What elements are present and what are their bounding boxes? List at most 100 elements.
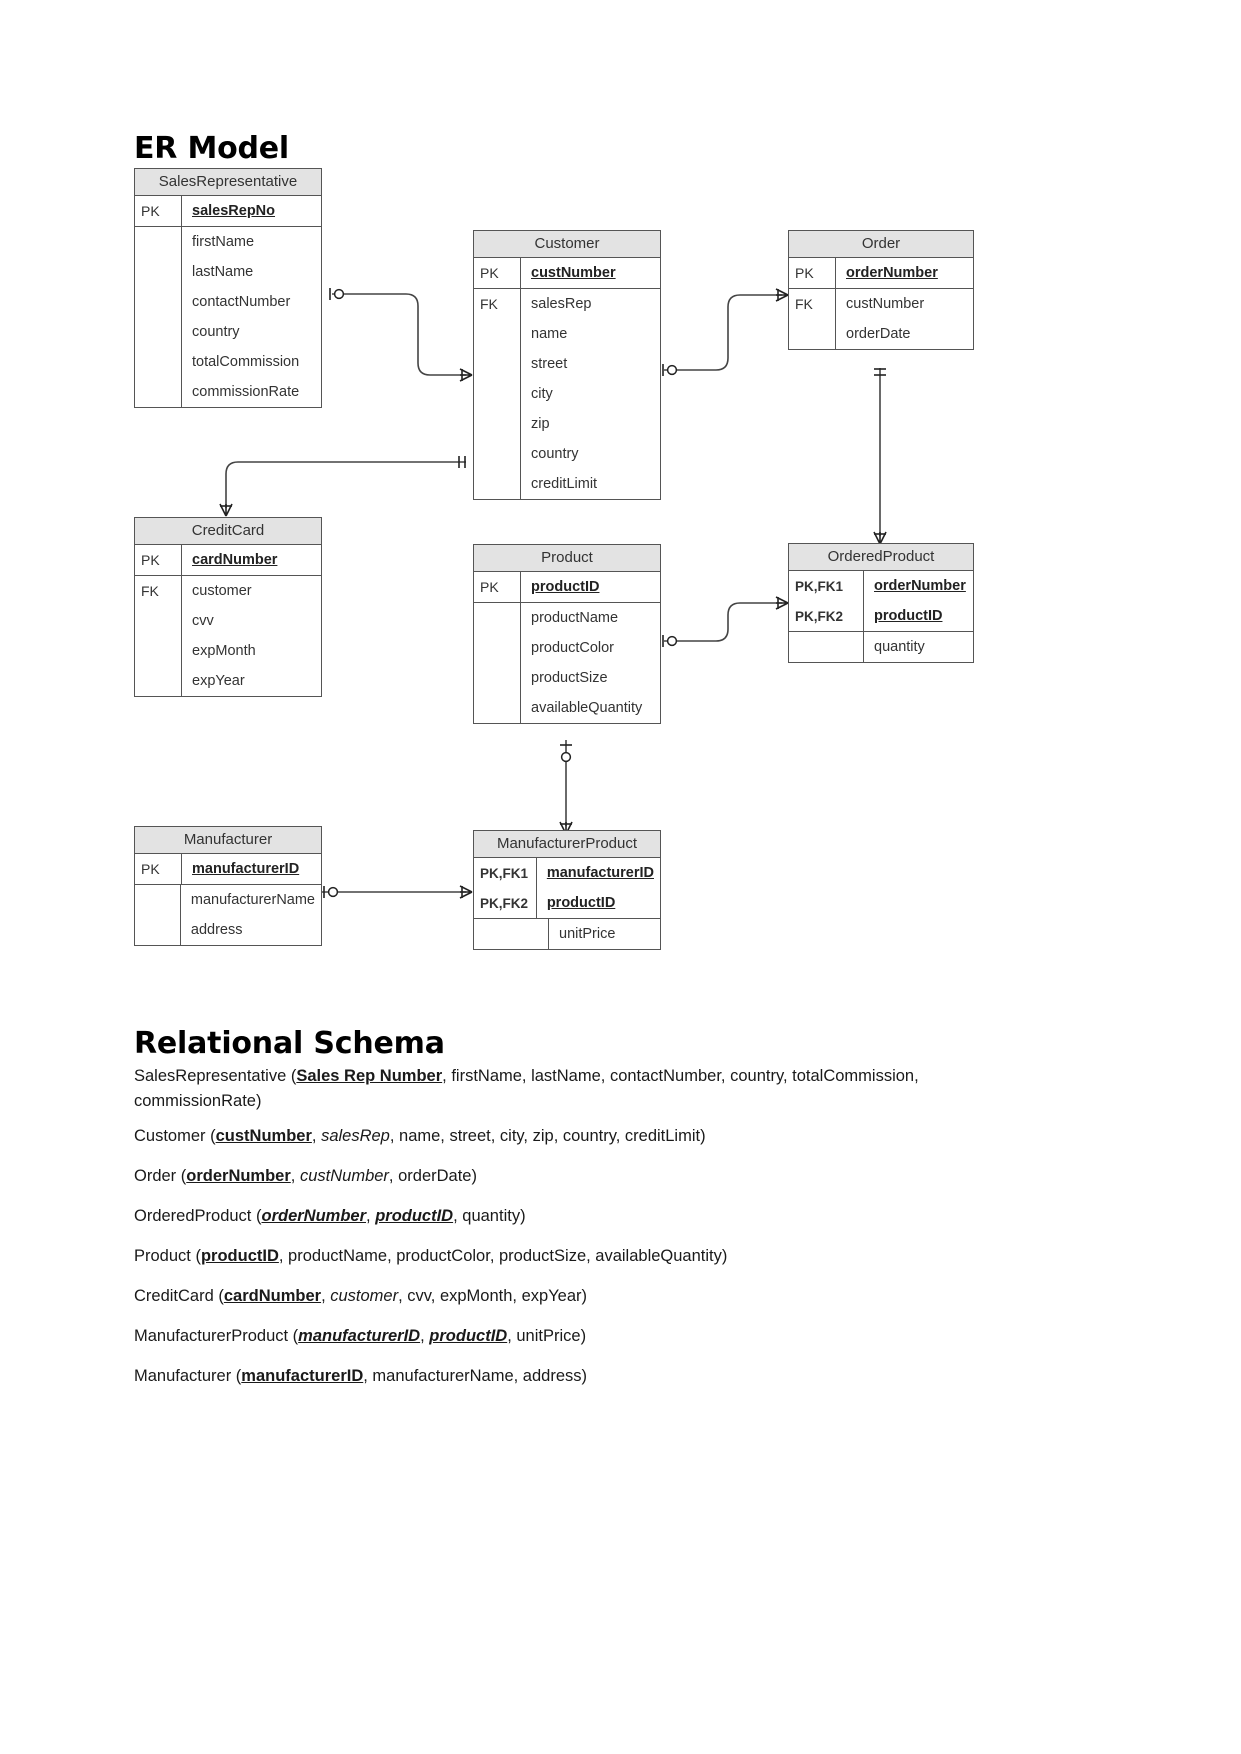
entity-attribute-section: quantity xyxy=(789,632,973,662)
key-label xyxy=(789,632,864,662)
attribute-name: salesRepNo xyxy=(192,203,276,219)
entity-row: expYear xyxy=(135,666,321,696)
entity-key-section: PK,FK1 orderNumber PK,FK2 productID xyxy=(789,571,973,632)
entity-row: quantity xyxy=(789,632,973,662)
attribute-name: productID xyxy=(546,895,616,911)
entity-row: productName xyxy=(474,603,660,633)
entity-row: productSize xyxy=(474,663,660,693)
attribute-name: expMonth xyxy=(192,643,256,659)
entity-row: creditLimit xyxy=(474,469,660,499)
entity-attribute-section: FK customer cvv expMonth expYear xyxy=(135,576,321,696)
key-label xyxy=(474,693,521,723)
entity-row: name xyxy=(474,319,660,349)
key-label xyxy=(135,287,182,317)
key-label xyxy=(474,919,549,949)
entity-row: orderDate xyxy=(789,319,973,349)
entity-row: FK salesRep xyxy=(474,289,660,319)
entity-row: PK,FK1 manufacturerID xyxy=(474,858,660,888)
key-label: PK xyxy=(135,196,182,227)
schema-line-manufacturerproduct: ManufacturerProduct (manufacturerID, pro… xyxy=(134,1327,587,1345)
entity-key-section: PK orderNumber xyxy=(789,258,973,289)
entity-row: PK manufacturerID xyxy=(135,854,321,885)
schema-line-order: Order (orderNumber, custNumber, orderDat… xyxy=(134,1167,477,1185)
entity-key-section: PK salesRepNo xyxy=(135,196,321,227)
attribute-name: city xyxy=(531,386,553,402)
entity-salesrepresentative[interactable]: SalesRepresentative PK salesRepNo firstN… xyxy=(134,168,322,408)
entity-row: PK productID xyxy=(474,572,660,603)
entity-title: Product xyxy=(474,545,660,572)
entity-title: OrderedProduct xyxy=(789,544,973,571)
attribute-name: name xyxy=(531,326,568,342)
entity-row: country xyxy=(135,317,321,347)
schema-line-salesrepresentative: SalesRepresentative (Sales Rep Number, f… xyxy=(134,1067,919,1110)
entity-row: unitPrice xyxy=(474,919,660,949)
entity-title: Manufacturer xyxy=(135,827,321,854)
entity-key-section: PK custNumber xyxy=(474,258,660,289)
entity-product[interactable]: Product PK productID productName product… xyxy=(473,544,661,724)
entity-key-section: PK manufacturerID xyxy=(135,854,321,885)
entity-order[interactable]: Order PK orderNumber FK custNumber order… xyxy=(788,230,974,350)
entity-attribute-section: unitPrice xyxy=(474,919,660,949)
entity-title: Customer xyxy=(474,231,660,258)
entity-title: SalesRepresentative xyxy=(135,169,321,196)
key-label xyxy=(135,606,182,636)
key-label xyxy=(135,666,182,696)
entity-row: country xyxy=(474,439,660,469)
key-label: PK xyxy=(789,258,836,289)
entity-key-section: PK cardNumber xyxy=(135,545,321,576)
entity-row: cvv xyxy=(135,606,321,636)
key-label: PK xyxy=(474,572,521,603)
schema-line-creditcard: CreditCard (cardNumber, customer, cvv, e… xyxy=(134,1287,588,1305)
schema-line-orderedproduct: OrderedProduct (orderNumber, productID, … xyxy=(134,1207,526,1225)
attribute-name: unitPrice xyxy=(559,926,616,942)
attribute-name: commissionRate xyxy=(192,384,300,400)
key-label xyxy=(135,885,181,915)
entity-manufacturerproduct[interactable]: ManufacturerProduct PK,FK1 manufacturerI… xyxy=(473,830,661,950)
attribute-name: street xyxy=(531,356,568,372)
entity-manufacturer[interactable]: Manufacturer PK manufacturerID manufactu… xyxy=(134,826,322,946)
attribute-name: totalCommission xyxy=(192,354,300,370)
key-label xyxy=(135,915,181,945)
entity-row: totalCommission xyxy=(135,347,321,377)
key-label: PK,FK1 xyxy=(474,858,537,888)
entity-attribute-section: firstName lastName contactNumber country… xyxy=(135,227,321,407)
key-label xyxy=(474,663,521,693)
attribute-name: firstName xyxy=(192,234,255,250)
attribute-name: country xyxy=(192,324,240,340)
key-label xyxy=(135,257,182,287)
key-label xyxy=(135,227,182,257)
entity-attribute-section: manufacturerName address xyxy=(135,885,321,945)
key-label xyxy=(135,347,182,377)
entity-customer[interactable]: Customer PK custNumber FK salesRep name … xyxy=(473,230,661,500)
entity-creditcard[interactable]: CreditCard PK cardNumber FK customer cvv… xyxy=(134,517,322,697)
key-label: PK xyxy=(474,258,521,289)
entity-key-section: PK productID xyxy=(474,572,660,603)
attribute-name: custNumber xyxy=(531,265,616,281)
attribute-name: orderNumber xyxy=(874,578,966,594)
attribute-name: productID xyxy=(874,608,943,624)
key-label: PK xyxy=(135,854,182,885)
entity-row: contactNumber xyxy=(135,287,321,317)
entity-row: address xyxy=(135,915,321,945)
key-label xyxy=(135,317,182,347)
entity-row: firstName xyxy=(135,227,321,257)
relation-customer-creditcard xyxy=(219,456,466,517)
attribute-name: manufacturerID xyxy=(192,861,300,877)
entity-row: PK salesRepNo xyxy=(135,196,321,227)
attribute-name: orderNumber xyxy=(846,265,938,281)
entity-row: lastName xyxy=(135,257,321,287)
entity-row: expMonth xyxy=(135,636,321,666)
attribute-name: customer xyxy=(192,583,252,599)
entity-row: productColor xyxy=(474,633,660,663)
key-label xyxy=(474,379,521,409)
schema-line-product: Product (productID, productName, product… xyxy=(134,1247,728,1265)
entity-orderedproduct[interactable]: OrderedProduct PK,FK1 orderNumber PK,FK2… xyxy=(788,543,974,663)
entity-title: ManufacturerProduct xyxy=(474,831,660,858)
attribute-name: cvv xyxy=(192,613,214,629)
attribute-name: cardNumber xyxy=(192,552,278,568)
entity-row: PK orderNumber xyxy=(789,258,973,289)
attribute-name: lastName xyxy=(192,264,254,280)
attribute-name: availableQuantity xyxy=(531,700,643,716)
key-label xyxy=(474,439,521,469)
key-label: PK,FK1 xyxy=(789,571,864,601)
